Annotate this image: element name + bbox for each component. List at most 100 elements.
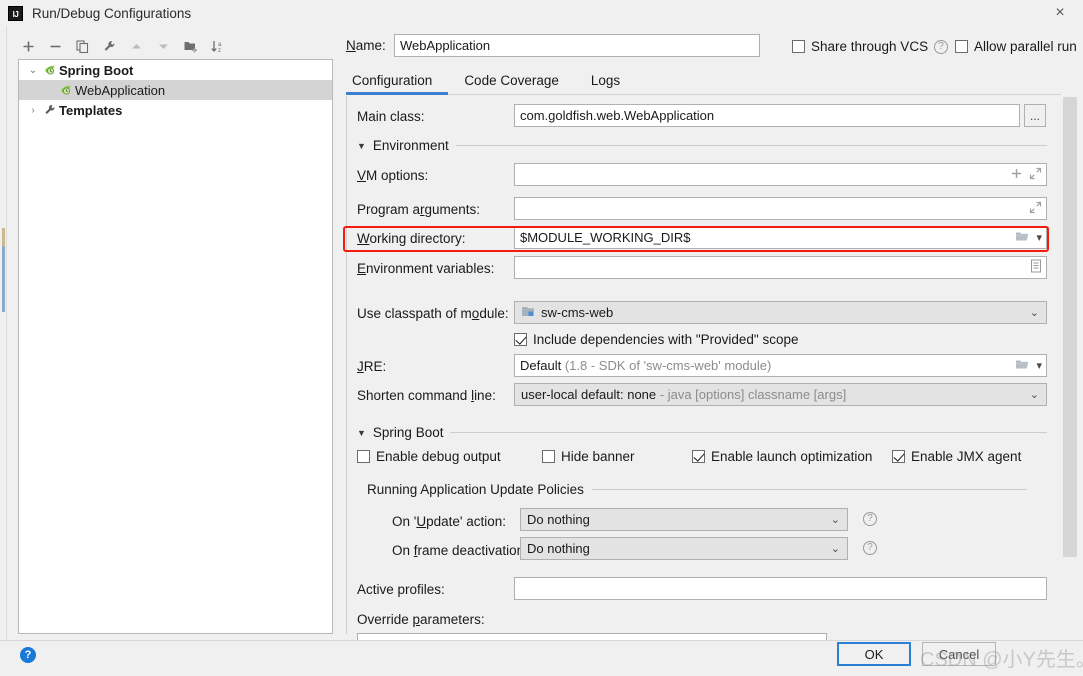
- spring-boot-section-header[interactable]: ▼ Spring Boot: [357, 425, 1047, 440]
- expand-icon[interactable]: [1029, 167, 1042, 183]
- tree-item-label: WebApplication: [75, 82, 166, 98]
- enable-jmx-agent-label: Enable JMX agent: [911, 449, 1022, 464]
- include-provided-scope-checkbox[interactable]: [514, 333, 527, 346]
- enable-launch-optimization-checkbox[interactable]: [692, 450, 705, 463]
- main-class-browse-button[interactable]: ...: [1024, 104, 1046, 127]
- enable-launch-optimization-row[interactable]: Enable launch optimization: [692, 449, 872, 464]
- share-through-vcs-row[interactable]: Share through VCS ?: [792, 39, 949, 54]
- hide-banner-checkbox[interactable]: [542, 450, 555, 463]
- configurations-tree[interactable]: ⌄ Spring Boot WebApplication › Templates: [18, 59, 333, 634]
- program-arguments-input[interactable]: [514, 197, 1047, 220]
- remove-configuration-button[interactable]: [43, 34, 68, 58]
- name-label: Name:: [346, 38, 386, 53]
- enable-jmx-agent-checkbox[interactable]: [892, 450, 905, 463]
- jre-input[interactable]: Default (1.8 - SDK of 'sw-cms-web' modul…: [514, 354, 1047, 377]
- tree-item-templates[interactable]: › Templates: [19, 100, 332, 120]
- chevron-down-icon[interactable]: ▼: [357, 428, 366, 438]
- window-title-bar: IJ Run/Debug Configurations ×: [0, 0, 1083, 26]
- on-frame-deactivation-help-icon[interactable]: ?: [863, 541, 877, 555]
- dialog-footer: [0, 641, 1083, 676]
- add-configuration-button[interactable]: [16, 34, 41, 58]
- tab-configuration[interactable]: Configuration: [346, 73, 449, 95]
- folder-add-icon[interactable]: [178, 34, 203, 58]
- cancel-button[interactable]: Cancel: [922, 642, 996, 666]
- on-frame-deactivation-combo[interactable]: Do nothing ⌄: [520, 537, 848, 560]
- enable-jmx-agent-row[interactable]: Enable JMX agent: [892, 449, 1021, 464]
- jre-value-detail: (1.8 - SDK of 'sw-cms-web' module): [564, 358, 772, 373]
- environment-variables-input[interactable]: [514, 256, 1047, 279]
- use-classpath-label: Use classpath of module:: [357, 306, 509, 321]
- working-directory-adornments: ▾: [1011, 230, 1042, 246]
- chevron-down-icon[interactable]: ▾: [1036, 359, 1042, 372]
- tree-item-webapplication[interactable]: WebApplication: [19, 80, 332, 100]
- vm-options-label: VM options:: [357, 168, 429, 183]
- main-class-label: Main class:: [357, 109, 425, 124]
- sort-alpha-icon[interactable]: a z: [205, 34, 230, 58]
- on-update-action-combo[interactable]: Do nothing ⌄: [520, 508, 848, 531]
- environment-section-header[interactable]: ▼ Environment: [357, 138, 1047, 153]
- chevron-down-icon[interactable]: ⌄: [1030, 306, 1042, 319]
- update-policies-section-label: Running Application Update Policies: [367, 482, 584, 497]
- left-edge-marker: [2, 228, 5, 312]
- spring-boot-section-label: Spring Boot: [372, 425, 444, 440]
- chevron-down-icon[interactable]: ⌄: [831, 513, 843, 526]
- tab-logs[interactable]: Logs: [575, 73, 636, 94]
- plus-icon[interactable]: [1010, 167, 1023, 183]
- enable-debug-output-checkbox[interactable]: [357, 450, 370, 463]
- main-class-input[interactable]: com.goldfish.web.WebApplication: [514, 104, 1020, 127]
- include-provided-scope-row[interactable]: Include dependencies with "Provided" sco…: [514, 332, 799, 347]
- main-class-value: com.goldfish.web.WebApplication: [520, 108, 715, 123]
- shorten-command-line-value: user-local default: none - java [options…: [521, 387, 847, 402]
- allow-parallel-run-checkbox[interactable]: [955, 40, 968, 53]
- use-classpath-combo[interactable]: sw-cms-web ⌄: [514, 301, 1047, 324]
- tab-code-coverage[interactable]: Code Coverage: [448, 73, 575, 94]
- tree-item-label: Templates: [59, 102, 123, 118]
- allow-parallel-run-row[interactable]: Allow parallel run: [955, 39, 1077, 54]
- section-divider: [455, 145, 1047, 146]
- arrow-up-icon[interactable]: [124, 34, 149, 58]
- chevron-down-icon[interactable]: ⌄: [1030, 388, 1042, 401]
- working-directory-input[interactable]: $MODULE_WORKING_DIR$ ▾: [514, 226, 1047, 249]
- share-through-vcs-help-icon[interactable]: ?: [934, 39, 949, 54]
- module-icon: [521, 305, 535, 321]
- vm-options-input[interactable]: [514, 163, 1047, 186]
- jre-label: JRE:: [357, 359, 387, 374]
- active-profiles-label: Active profiles:: [357, 582, 445, 597]
- help-icon[interactable]: ?: [20, 647, 36, 663]
- copy-configuration-button[interactable]: [70, 34, 95, 58]
- expand-icon[interactable]: [1029, 201, 1042, 217]
- active-profiles-input[interactable]: [514, 577, 1047, 600]
- ok-button[interactable]: OK: [837, 642, 911, 666]
- enable-debug-output-row[interactable]: Enable debug output: [357, 449, 501, 464]
- wrench-icon[interactable]: [97, 34, 122, 58]
- update-policies-section-header: Running Application Update Policies: [367, 482, 1027, 497]
- on-update-action-help-icon[interactable]: ?: [863, 512, 877, 526]
- hide-banner-row[interactable]: Hide banner: [542, 449, 635, 464]
- chevron-down-icon[interactable]: ▼: [357, 141, 366, 151]
- table-edit-icon[interactable]: [1030, 259, 1042, 276]
- program-arguments-label: Program arguments:: [357, 202, 481, 217]
- name-input[interactable]: [394, 34, 760, 57]
- arrow-down-icon[interactable]: [151, 34, 176, 58]
- enable-launch-optimization-label: Enable launch optimization: [711, 449, 873, 464]
- configuration-scrollbar-thumb[interactable]: [1063, 97, 1077, 557]
- page-title: Run/Debug Configurations: [32, 5, 192, 21]
- chevron-down-icon[interactable]: ⌄: [831, 542, 843, 555]
- working-directory-label: Working directory:: [357, 231, 466, 246]
- section-divider: [591, 489, 1027, 490]
- chevron-down-icon[interactable]: ▾: [1036, 231, 1042, 244]
- environment-variables-adornments: [1026, 259, 1042, 276]
- chevron-right-icon[interactable]: ›: [25, 105, 41, 116]
- spring-boot-icon: [41, 63, 59, 77]
- tree-item-spring-boot[interactable]: ⌄ Spring Boot: [19, 60, 332, 80]
- folder-icon[interactable]: [1015, 230, 1030, 246]
- shorten-command-line-combo[interactable]: user-local default: none - java [options…: [514, 383, 1047, 406]
- share-through-vcs-checkbox[interactable]: [792, 40, 805, 53]
- wrench-icon: [41, 103, 59, 117]
- shorten-command-line-label: Shorten command line:: [357, 388, 496, 403]
- close-icon[interactable]: ×: [1037, 0, 1083, 26]
- folder-icon[interactable]: [1015, 358, 1030, 374]
- on-update-action-value: Do nothing: [527, 512, 590, 527]
- enable-debug-output-label: Enable debug output: [376, 449, 501, 464]
- chevron-down-icon[interactable]: ⌄: [25, 65, 41, 76]
